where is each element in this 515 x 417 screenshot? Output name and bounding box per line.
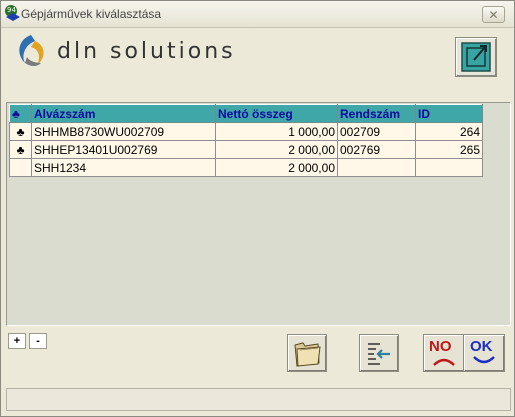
smile-ok-icon: OK	[470, 338, 495, 364]
remove-row-button[interactable]: -	[29, 333, 47, 349]
table-row[interactable]: ♣ SHHMB8730WU002709 1 000,00 002709 264	[9, 122, 483, 141]
add-row-button[interactable]: +	[8, 333, 26, 349]
cell-netto[interactable]: 2 000,00	[215, 158, 338, 177]
table-row[interactable]: ♣ SHHEP13401U002769 2 000,00 002769 265	[9, 140, 483, 159]
app-icon: 94	[5, 5, 20, 21]
company-logo: dln solutions	[11, 33, 271, 69]
vehicle-table: ♣ Alvázszám Nettó összeg Rendszám ID ♣ S…	[9, 104, 483, 177]
dialog-window: 94 Gépjárművek kiválasztása ✕ dln soluti…	[0, 0, 515, 417]
row-indicator[interactable]	[9, 158, 32, 177]
svg-text:dln solutions: dln solutions	[57, 39, 236, 64]
column-header-rendszam[interactable]: Rendszám	[337, 104, 416, 123]
import-list-icon	[368, 343, 390, 365]
cell-id[interactable]	[415, 158, 483, 177]
vehicle-grid[interactable]: ♣ Alvázszám Nettó összeg Rendszám ID ♣ S…	[6, 102, 511, 326]
cell-alvazszam[interactable]: SHHMB8730WU002709	[31, 122, 216, 141]
logo-wordmark: dln solutions	[57, 39, 236, 64]
cell-alvazszam-invalid[interactable]: SHH1234	[31, 158, 216, 177]
cell-rendszam[interactable]: 002709	[337, 122, 416, 141]
cell-id[interactable]: 265	[415, 140, 483, 159]
ok-button[interactable]: OK	[463, 334, 505, 372]
table-header-row: ♣ Alvázszám Nettó összeg Rendszám ID	[9, 104, 483, 123]
row-indicator[interactable]: ♣	[9, 122, 32, 141]
window-title: Gépjárművek kiválasztása	[21, 7, 162, 21]
status-bar	[6, 388, 511, 411]
export-button[interactable]	[455, 37, 497, 77]
cell-alvazszam[interactable]: SHHEP13401U002769	[31, 140, 216, 159]
export-icon	[461, 42, 491, 72]
row-indicator[interactable]: ♣	[9, 140, 32, 159]
folder-icon	[294, 342, 321, 367]
no-label: NO	[429, 338, 452, 355]
table-row[interactable]: SHH1234 2 000,00	[9, 158, 483, 177]
cell-netto[interactable]: 2 000,00	[215, 140, 338, 159]
cell-id[interactable]: 264	[415, 122, 483, 141]
column-header-alvazszam[interactable]: Alvázszám	[31, 104, 216, 123]
close-button[interactable]: ✕	[482, 6, 505, 23]
svg-text:94: 94	[7, 6, 16, 14]
cell-rendszam[interactable]: 002769	[337, 140, 416, 159]
cell-netto[interactable]: 1 000,00	[215, 122, 338, 141]
cell-rendszam[interactable]	[337, 158, 416, 177]
close-icon: ✕	[488, 7, 499, 22]
logo-icon	[19, 35, 44, 66]
ok-label: OK	[470, 338, 493, 355]
open-folder-button[interactable]	[287, 334, 327, 372]
frown-no-icon: NO	[429, 338, 455, 366]
title-bar[interactable]: 94 Gépjárművek kiválasztása ✕	[1, 1, 514, 28]
column-header-id[interactable]: ID	[415, 104, 483, 123]
column-header-netto[interactable]: Nettó összeg	[215, 104, 338, 123]
indicator-header: ♣	[9, 104, 32, 123]
import-list-button[interactable]	[359, 334, 399, 372]
no-button[interactable]: NO	[423, 334, 465, 372]
